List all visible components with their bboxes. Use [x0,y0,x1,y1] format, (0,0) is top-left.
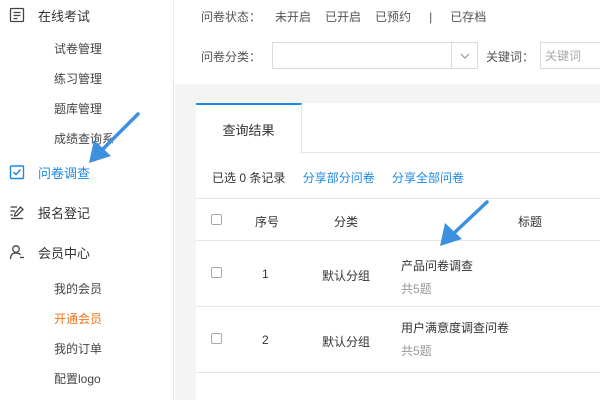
user-icon [9,245,24,260]
main-content: 问卷状态： 未开启 已开启 已预约 | 已存档 问卷分类： 关键词： 查询结果 … [175,0,600,400]
select-all-checkbox[interactable] [211,214,222,225]
sidebar-subitem-open-membership[interactable]: 开通会员 [54,310,102,327]
sidebar-item-member-center[interactable]: 会员中心 [0,237,174,267]
sidebar-item-label: 会员中心 [38,245,91,261]
filter-panel: 问卷状态： 未开启 已开启 已预约 | 已存档 问卷分类： 关键词： [175,0,600,84]
keyword-label: 关键词： [486,50,535,64]
status-option-archived[interactable]: 已存档 [450,8,486,25]
status-option-scheduled[interactable]: 已预约 [375,8,411,25]
sidebar-subitem-my-orders[interactable]: 我的订单 [54,340,102,357]
status-option-not-started[interactable]: 未开启 [275,8,311,25]
sidebar-item-registration[interactable]: 报名登记 [0,197,174,227]
sidebar-subitem-logo-config[interactable]: 配置logo [54,370,101,387]
sidebar-item-label: 在线考试 [38,8,91,24]
category-select[interactable] [272,42,478,69]
tab-label: 查询结果 [222,123,275,138]
status-filter: 问卷状态： 未开启 已开启 已预约 | 已存档 [201,8,486,25]
annotation-arrow-icon [440,200,489,246]
sidebar-item-online-exam[interactable]: 在线考试 [0,0,174,30]
result-panel: 查询结果 已选 0 条记录 分享部分问卷 分享全部问卷 序号 分类 标题 1 默… [196,103,600,400]
row-category: 默认分组 [322,269,371,283]
table-header: 序号 分类 标题 [196,198,600,241]
table-row[interactable]: 1 默认分组 产品问卷调查 共5题 [196,241,600,307]
sidebar-subitem-practice-management[interactable]: 练习管理 [54,70,102,87]
list-icon [9,7,25,23]
share-all-link[interactable]: 分享全部问卷 [392,171,464,185]
selected-count-text: 已选 0 条记录 [212,171,286,185]
row-title[interactable]: 产品问卷调查 [401,257,473,274]
row-index: 2 [262,333,269,347]
tab-bar: 查询结果 [196,103,600,154]
status-label: 问卷状态： [201,10,262,24]
selection-bar: 已选 0 条记录 分享部分问卷 分享全部问卷 [212,169,464,186]
row-question-count: 共5题 [401,344,432,358]
row-checkbox[interactable] [211,267,222,278]
checkbox-icon [9,165,25,180]
chevron-down-icon[interactable] [451,43,477,68]
sidebar-subitem-my-members[interactable]: 我的会员 [54,280,102,297]
category-label: 问卷分类： [201,50,262,64]
column-header-title: 标题 [518,215,543,229]
status-separator: | [429,9,433,24]
column-header-category: 分类 [334,215,359,229]
sidebar: 在线考试 试卷管理 练习管理 题库管理 成绩查询系 问卷调查 报名登记 会员中心… [0,0,174,400]
row-title[interactable]: 用户满意度调查问卷 [401,319,509,336]
annotation-arrow-icon [89,112,140,163]
row-checkbox[interactable] [211,333,222,344]
column-header-index: 序号 [255,215,280,229]
row-question-count: 共5题 [401,282,432,296]
sidebar-item-label: 报名登记 [38,205,91,221]
table-row[interactable]: 2 默认分组 用户满意度调查问卷 共5题 [196,307,600,373]
status-option-started[interactable]: 已开启 [325,8,361,25]
row-category: 默认分组 [322,335,371,349]
row-index: 1 [262,267,269,281]
keyword-input[interactable] [540,42,600,69]
share-selected-link[interactable]: 分享部分问卷 [303,171,375,185]
tab-query-results[interactable]: 查询结果 [196,103,302,154]
sidebar-subitem-paper-management[interactable]: 试卷管理 [54,40,102,57]
edit-icon [10,206,24,220]
